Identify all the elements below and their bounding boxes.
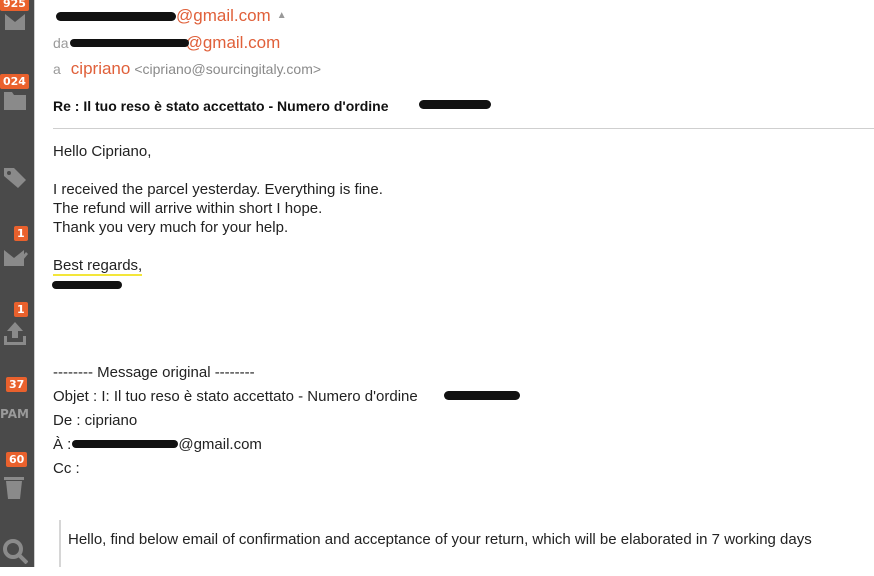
sidebar-item-trash[interactable]: 60 xyxy=(0,452,34,500)
original-cc: Cc : xyxy=(53,460,80,477)
search-icon xyxy=(3,539,28,564)
recipient-line: a cipriano <cipriano@sourcingitaly.com> xyxy=(53,59,321,79)
count-badge: 024 xyxy=(0,74,29,89)
original-subject: Objet : I: Il tuo reso è stato accettato… xyxy=(53,388,418,405)
original-to-label: À : xyxy=(53,436,72,453)
signoff-text: Best regards, xyxy=(53,257,143,276)
to-label: a xyxy=(53,61,61,77)
signoff: Best regards, xyxy=(53,257,143,276)
spam-label: PAM xyxy=(0,407,29,421)
original-separator: -------- Message original -------- xyxy=(53,364,255,381)
sender-email: @gmail.com xyxy=(176,6,271,25)
sidebar-item-upload[interactable]: 1 xyxy=(0,302,34,350)
original-from: De : cipriano xyxy=(53,412,138,429)
redaction-mark xyxy=(52,281,122,289)
count-badge: 1 xyxy=(14,226,28,241)
trash-icon xyxy=(4,477,24,499)
upload-icon xyxy=(4,322,26,345)
compose-icon xyxy=(4,250,28,266)
folder-icon xyxy=(4,92,26,110)
sidebar-item-inbox[interactable]: 925 xyxy=(0,0,34,40)
quoted-text: Hello, find below email of confirmation … xyxy=(68,531,812,548)
da-email: @gmail.com xyxy=(185,33,281,52)
inbox-icon xyxy=(5,14,25,30)
sidebar-item-search[interactable] xyxy=(0,536,34,576)
redaction-mark xyxy=(56,12,176,21)
redaction-mark xyxy=(72,440,178,448)
count-badge: 60 xyxy=(6,452,28,467)
body-line-3: Thank you very much for your help. xyxy=(53,219,289,236)
sidebar-item-folder[interactable]: 024 xyxy=(0,72,34,112)
sidebar-divider xyxy=(34,0,35,567)
email-subject: Re : Il tuo reso è stato accettato - Num… xyxy=(53,98,389,114)
collapse-caret-icon[interactable]: ▲ xyxy=(277,10,287,21)
sidebar-item-compose[interactable]: 1 xyxy=(0,226,34,272)
header-divider xyxy=(53,128,874,129)
body-line-1: I received the parcel yesterday. Everyth… xyxy=(53,181,383,198)
count-badge: 37 xyxy=(6,377,28,392)
count-badge: 1 xyxy=(14,302,28,317)
subject-text: Re : Il tuo reso è stato accettato - Num… xyxy=(53,98,389,114)
unread-badge: 925 xyxy=(0,0,29,11)
tags-icon xyxy=(4,168,26,188)
recipient-name[interactable]: cipriano xyxy=(71,59,131,78)
recipient-address: <cipriano@sourcingitaly.com> xyxy=(134,61,322,77)
greeting: Hello Cipriano, xyxy=(53,143,152,160)
sidebar-item-tags[interactable] xyxy=(0,158,34,198)
redaction-mark xyxy=(444,391,520,400)
original-to-email: @gmail.com xyxy=(178,436,262,453)
redaction-mark xyxy=(419,100,491,109)
redaction-mark xyxy=(70,39,189,47)
body-line-2: The refund will arrive within short I ho… xyxy=(53,200,323,217)
sidebar-item-spam[interactable]: 37 PAM xyxy=(0,377,34,425)
da-label: da xyxy=(53,35,69,51)
